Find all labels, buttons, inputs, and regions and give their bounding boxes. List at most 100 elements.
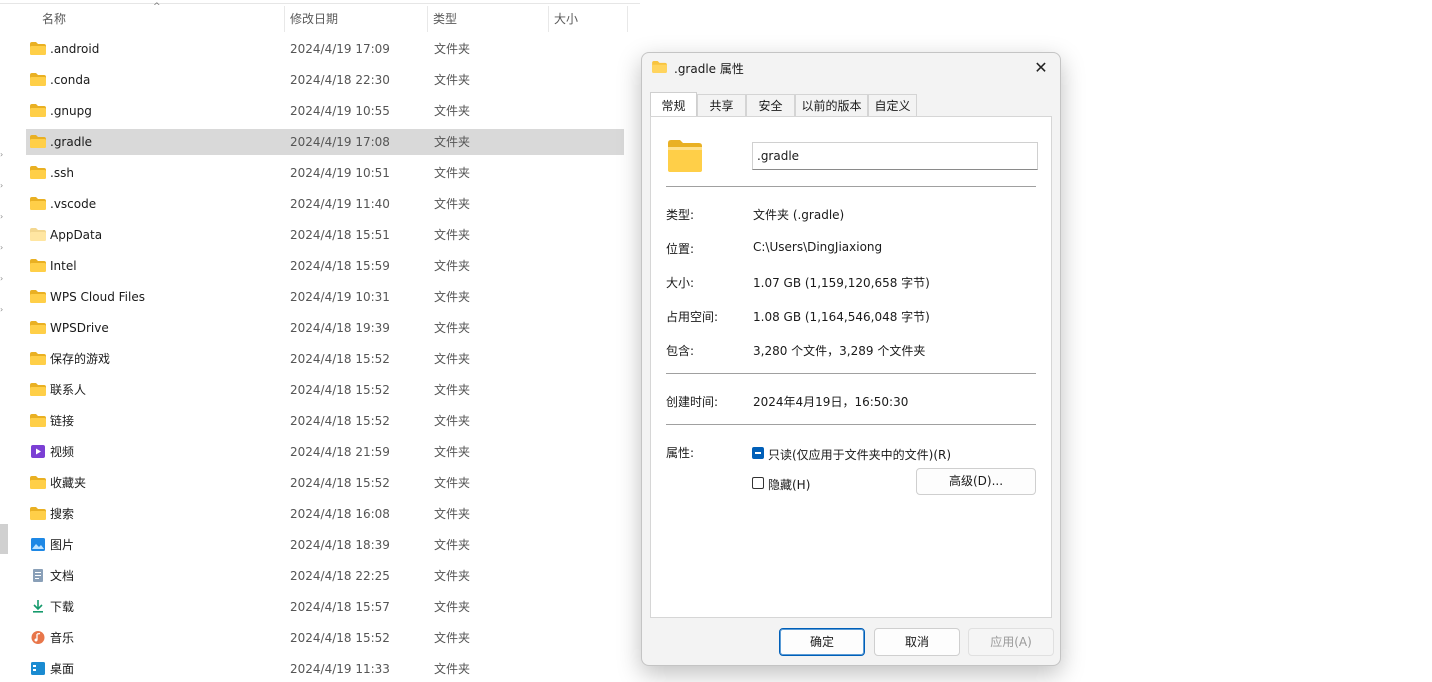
chevron-right-icon[interactable]: › bbox=[0, 305, 6, 314]
file-type: 文件夹 bbox=[434, 569, 471, 583]
file-name: 音乐 bbox=[50, 631, 75, 645]
apply-button[interactable]: 应用(A) bbox=[968, 628, 1054, 656]
file-name: 链接 bbox=[50, 414, 75, 428]
column-header-name[interactable]: 名称 bbox=[34, 6, 284, 32]
file-name: .gradle bbox=[50, 135, 93, 149]
chevron-right-icon[interactable]: › bbox=[0, 243, 6, 252]
file-name: .vscode bbox=[50, 197, 97, 211]
readonly-label[interactable]: 只读(仅应用于文件夹中的文件)(R) bbox=[768, 446, 951, 463]
file-row[interactable]: .ssh 2024/4/19 10:51 文件夹 bbox=[26, 160, 624, 186]
cancel-button[interactable]: 取消 bbox=[874, 628, 960, 656]
file-type: 文件夹 bbox=[434, 631, 471, 645]
modified-date: 2024/4/19 11:33 bbox=[290, 662, 390, 676]
file-row[interactable]: 桌面 2024/4/19 11:33 文件夹 bbox=[26, 656, 624, 682]
file-row[interactable]: 文档 2024/4/18 22:25 文件夹 bbox=[26, 563, 624, 589]
file-type: 文件夹 bbox=[434, 290, 471, 304]
file-name: WPS Cloud Files bbox=[50, 290, 145, 304]
file-type: 文件夹 bbox=[434, 383, 471, 397]
disk-size-label: 占用空间: bbox=[666, 310, 719, 324]
file-type: 文件夹 bbox=[434, 414, 471, 428]
file-type: 文件夹 bbox=[434, 259, 471, 273]
close-icon: ✕ bbox=[1034, 58, 1048, 77]
file-type: 文件夹 bbox=[434, 538, 471, 552]
file-row[interactable]: WPSDrive 2024/4/18 19:39 文件夹 bbox=[26, 315, 624, 341]
divider bbox=[666, 186, 1036, 187]
divider bbox=[666, 424, 1036, 425]
created-label: 创建时间: bbox=[666, 395, 719, 409]
file-row[interactable]: AppData 2024/4/18 15:51 文件夹 bbox=[26, 222, 624, 248]
file-name: .android bbox=[50, 42, 100, 56]
file-name: 搜索 bbox=[50, 507, 75, 521]
file-name: 收藏夹 bbox=[50, 476, 87, 490]
modified-date: 2024/4/18 15:52 bbox=[290, 476, 390, 490]
disk-size-value: 1.08 GB (1,164,546,048 字节) bbox=[753, 310, 930, 324]
file-name: WPSDrive bbox=[50, 321, 109, 335]
file-row[interactable]: 音乐 2024/4/18 15:52 文件夹 bbox=[26, 625, 624, 651]
type-value: 文件夹 (.gradle) bbox=[753, 208, 845, 222]
column-header-type[interactable]: 类型 bbox=[425, 6, 547, 32]
tab-previous-versions[interactable]: 以前的版本 bbox=[795, 94, 868, 117]
file-row[interactable]: 下载 2024/4/18 15:57 文件夹 bbox=[26, 594, 624, 620]
file-row[interactable]: 视频 2024/4/18 21:59 文件夹 bbox=[26, 439, 624, 465]
hidden-label[interactable]: 隐藏(H) bbox=[768, 476, 810, 493]
modified-date: 2024/4/19 10:51 bbox=[290, 166, 390, 180]
file-name: 下载 bbox=[50, 600, 75, 614]
file-row[interactable]: WPS Cloud Files 2024/4/19 10:31 文件夹 bbox=[26, 284, 624, 310]
file-row[interactable]: .gradle 2024/4/19 17:08 文件夹 bbox=[26, 129, 624, 155]
header-top-border bbox=[0, 3, 640, 4]
general-tab-panel: 类型: 文件夹 (.gradle) 位置: C:\Users\DingJiaxi… bbox=[650, 116, 1052, 618]
file-row[interactable]: .gnupg 2024/4/19 10:55 文件夹 bbox=[26, 98, 624, 124]
file-name: .gnupg bbox=[50, 104, 92, 118]
attributes-label: 属性: bbox=[666, 446, 695, 460]
modified-date: 2024/4/18 22:30 bbox=[290, 73, 390, 87]
file-name: .conda bbox=[50, 73, 91, 87]
advanced-button[interactable]: 高级(D)... bbox=[916, 468, 1036, 495]
column-header-size[interactable]: 大小 bbox=[546, 6, 626, 32]
hidden-checkbox[interactable] bbox=[752, 477, 764, 489]
file-list-view: ^ 名称 修改日期 类型 大小 .android 2024/4/19 17:09 文… bbox=[0, 0, 640, 678]
file-name: AppData bbox=[50, 228, 103, 242]
file-name: 保存的游戏 bbox=[50, 352, 111, 366]
file-name: 文档 bbox=[50, 569, 75, 583]
modified-date: 2024/4/19 17:08 bbox=[290, 135, 390, 149]
modified-date: 2024/4/18 16:08 bbox=[290, 507, 390, 521]
column-divider[interactable] bbox=[627, 6, 628, 32]
tab-security[interactable]: 安全 bbox=[746, 94, 795, 117]
chevron-right-icon[interactable]: › bbox=[0, 181, 6, 190]
tab-sharing[interactable]: 共享 bbox=[697, 94, 746, 117]
file-row[interactable]: 搜索 2024/4/18 16:08 文件夹 bbox=[26, 501, 624, 527]
file-type: 文件夹 bbox=[434, 228, 471, 242]
file-row[interactable]: .vscode 2024/4/19 11:40 文件夹 bbox=[26, 191, 624, 217]
file-row[interactable]: 收藏夹 2024/4/18 15:52 文件夹 bbox=[26, 470, 624, 496]
modified-date: 2024/4/18 15:52 bbox=[290, 383, 390, 397]
file-row[interactable]: 链接 2024/4/18 15:52 文件夹 bbox=[26, 408, 624, 434]
modified-date: 2024/4/18 15:59 bbox=[290, 259, 390, 273]
nav-scrollbar[interactable] bbox=[0, 524, 8, 554]
file-type: 文件夹 bbox=[434, 42, 471, 56]
column-header-date[interactable]: 修改日期 bbox=[282, 6, 428, 32]
chevron-right-icon[interactable]: › bbox=[0, 150, 6, 159]
modified-date: 2024/4/19 11:40 bbox=[290, 197, 390, 211]
chevron-right-icon[interactable]: › bbox=[0, 212, 6, 221]
readonly-checkbox[interactable] bbox=[752, 447, 764, 459]
contains-label: 包含: bbox=[666, 344, 695, 358]
file-row[interactable]: .conda 2024/4/18 22:30 文件夹 bbox=[26, 67, 624, 93]
modified-date: 2024/4/19 17:09 bbox=[290, 42, 390, 56]
modified-date: 2024/4/18 15:52 bbox=[290, 352, 390, 366]
file-row[interactable]: 保存的游戏 2024/4/18 15:52 文件夹 bbox=[26, 346, 624, 372]
file-row[interactable]: Intel 2024/4/18 15:59 文件夹 bbox=[26, 253, 624, 279]
folder-name-input[interactable] bbox=[752, 142, 1038, 170]
close-button[interactable]: ✕ bbox=[1030, 57, 1052, 79]
file-name: 联系人 bbox=[50, 383, 87, 397]
file-row[interactable]: 联系人 2024/4/18 15:52 文件夹 bbox=[26, 377, 624, 403]
file-type: 文件夹 bbox=[434, 104, 471, 118]
ok-button[interactable]: 确定 bbox=[779, 628, 865, 656]
tab-customize[interactable]: 自定义 bbox=[868, 94, 917, 117]
file-type: 文件夹 bbox=[434, 352, 471, 366]
file-row[interactable]: 图片 2024/4/18 18:39 文件夹 bbox=[26, 532, 624, 558]
file-row[interactable]: .android 2024/4/19 17:09 文件夹 bbox=[26, 36, 624, 62]
tab-general[interactable]: 常规 bbox=[650, 92, 697, 117]
folder-icon bbox=[652, 61, 667, 73]
chevron-right-icon[interactable]: › bbox=[0, 274, 6, 283]
file-name: 桌面 bbox=[50, 662, 75, 676]
